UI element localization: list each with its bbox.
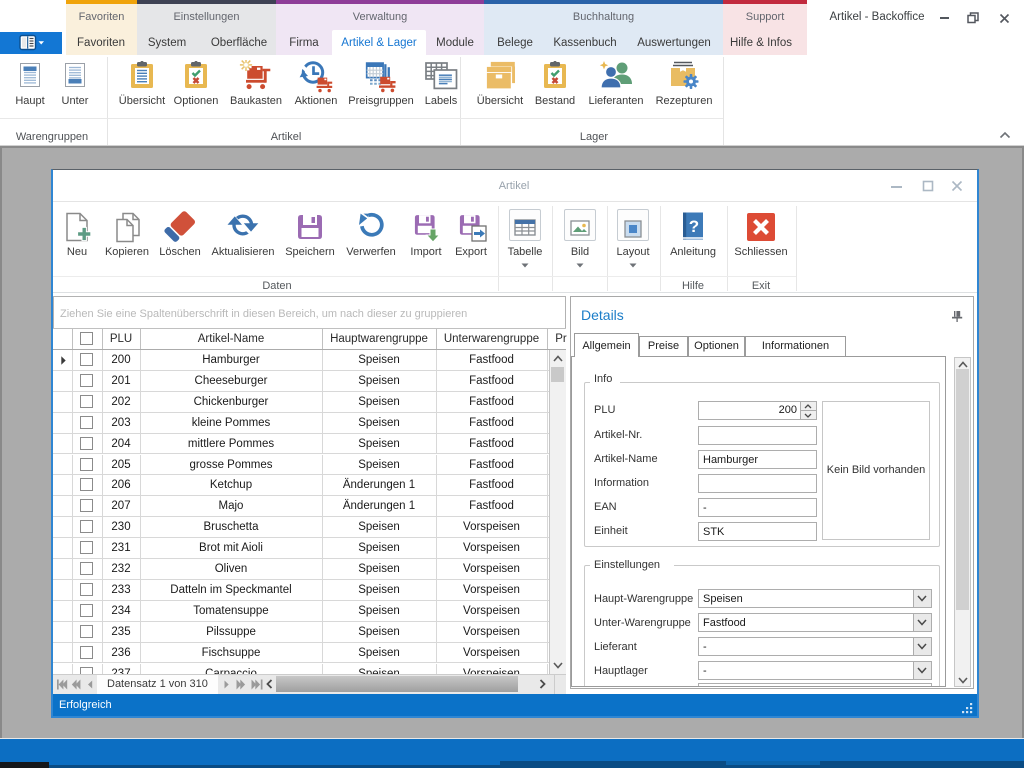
- svg-text:?: ?: [689, 217, 699, 236]
